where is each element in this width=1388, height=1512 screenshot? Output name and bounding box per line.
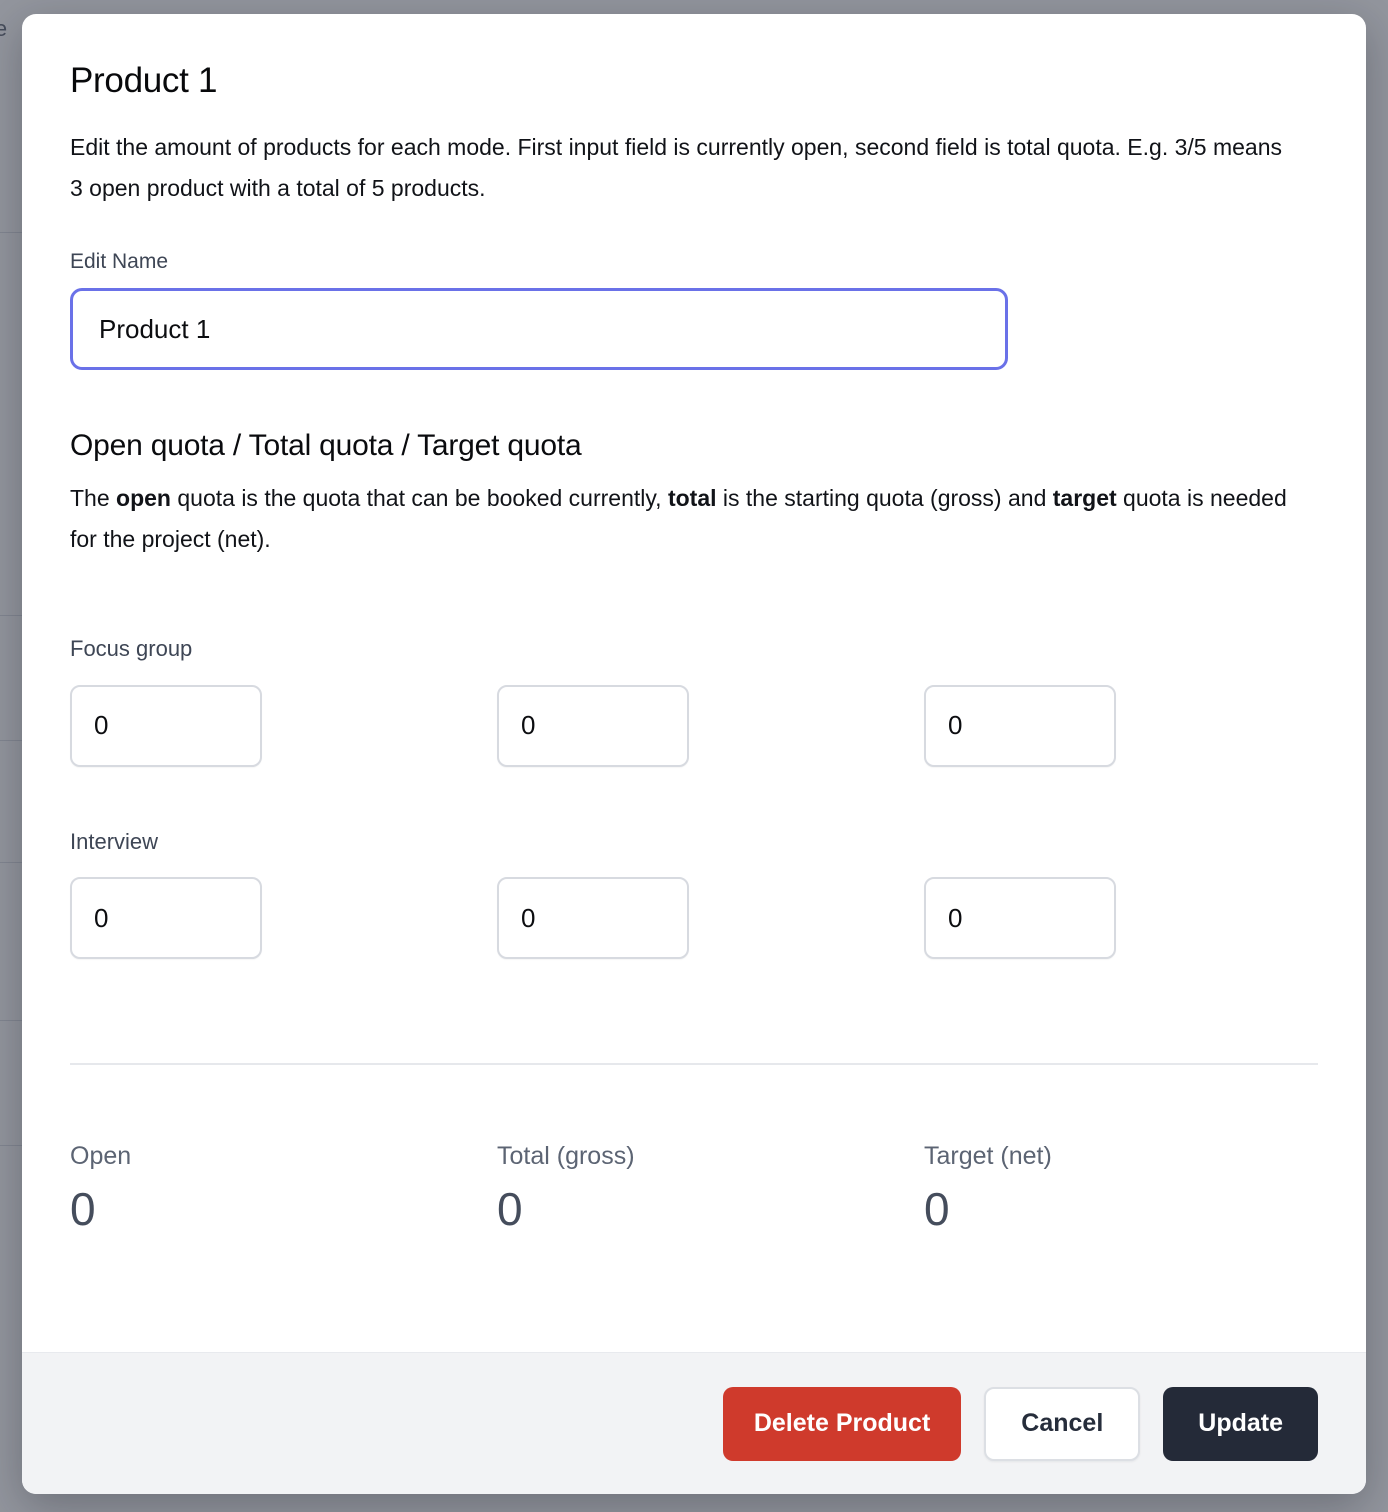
quota-summary: Open 0 Total (gross) 0 Target (net) 0 xyxy=(70,1141,1318,1236)
quota-desc-bold-open: open xyxy=(116,485,171,512)
modal-body: Product 1 Edit the amount of products fo… xyxy=(22,14,1366,1352)
summary-label-target: Target (net) xyxy=(924,1142,1052,1171)
mode-label-focus-group: Focus group xyxy=(70,636,193,662)
summary-divider xyxy=(70,1063,1318,1066)
mode-block-interview: Interview 0 0 0 xyxy=(70,828,1318,960)
summary-label-open: Open xyxy=(70,1142,132,1171)
summary-value-total: 0 xyxy=(497,1183,523,1236)
quota-desc-text-2: quota is the quota that can be booked cu… xyxy=(170,485,668,512)
quota-desc-text-1: The xyxy=(70,485,117,512)
delete-product-button[interactable]: Delete Product xyxy=(722,1386,962,1461)
edit-product-modal: Product 1 Edit the amount of products fo… xyxy=(22,14,1366,1494)
interview-total-input[interactable]: 0 xyxy=(497,877,689,960)
quota-row-focus-group: 0 0 0 xyxy=(70,684,1318,767)
focus-group-target-input[interactable]: 0 xyxy=(924,684,1116,767)
interview-open-input[interactable]: 0 xyxy=(70,877,262,960)
edit-name-label: Edit Name xyxy=(70,250,169,274)
quota-desc-bold-total: total xyxy=(667,485,717,512)
modal-title: Product 1 xyxy=(70,61,218,100)
summary-value-open: 0 xyxy=(70,1183,96,1236)
summary-item-target: Target (net) 0 xyxy=(924,1141,1116,1236)
mode-label-interview: Interview xyxy=(70,828,159,854)
quota-section-description: The open quota is the quota that can be … xyxy=(70,478,1295,560)
edit-name-input[interactable]: Product 1 xyxy=(70,288,1008,371)
modal-footer: Delete Product Cancel Update xyxy=(22,1352,1366,1494)
modal-description: Edit the amount of products for each mod… xyxy=(70,134,1282,201)
summary-value-target: 0 xyxy=(924,1183,950,1236)
update-button[interactable]: Update xyxy=(1163,1386,1318,1461)
quota-desc-bold-target: target xyxy=(1052,485,1117,512)
mode-block-focus-group: Focus group 0 0 0 xyxy=(70,636,1318,767)
quota-desc-text-3: is the starting quota (gross) and xyxy=(716,485,1053,512)
app-root: le t r t d Product 1 Edit the amount of … xyxy=(0,0,1388,1512)
focus-group-open-input[interactable]: 0 xyxy=(70,684,262,767)
focus-group-total-input[interactable]: 0 xyxy=(497,684,689,767)
summary-item-total: Total (gross) 0 xyxy=(497,1141,689,1236)
summary-item-open: Open 0 xyxy=(70,1141,262,1236)
interview-target-input[interactable]: 0 xyxy=(924,877,1116,960)
summary-label-total: Total (gross) xyxy=(497,1142,635,1171)
cancel-button[interactable]: Cancel xyxy=(984,1386,1141,1461)
quota-row-interview: 0 0 0 xyxy=(70,877,1318,960)
quota-section-heading: Open quota / Total quota / Target quota xyxy=(70,429,582,463)
